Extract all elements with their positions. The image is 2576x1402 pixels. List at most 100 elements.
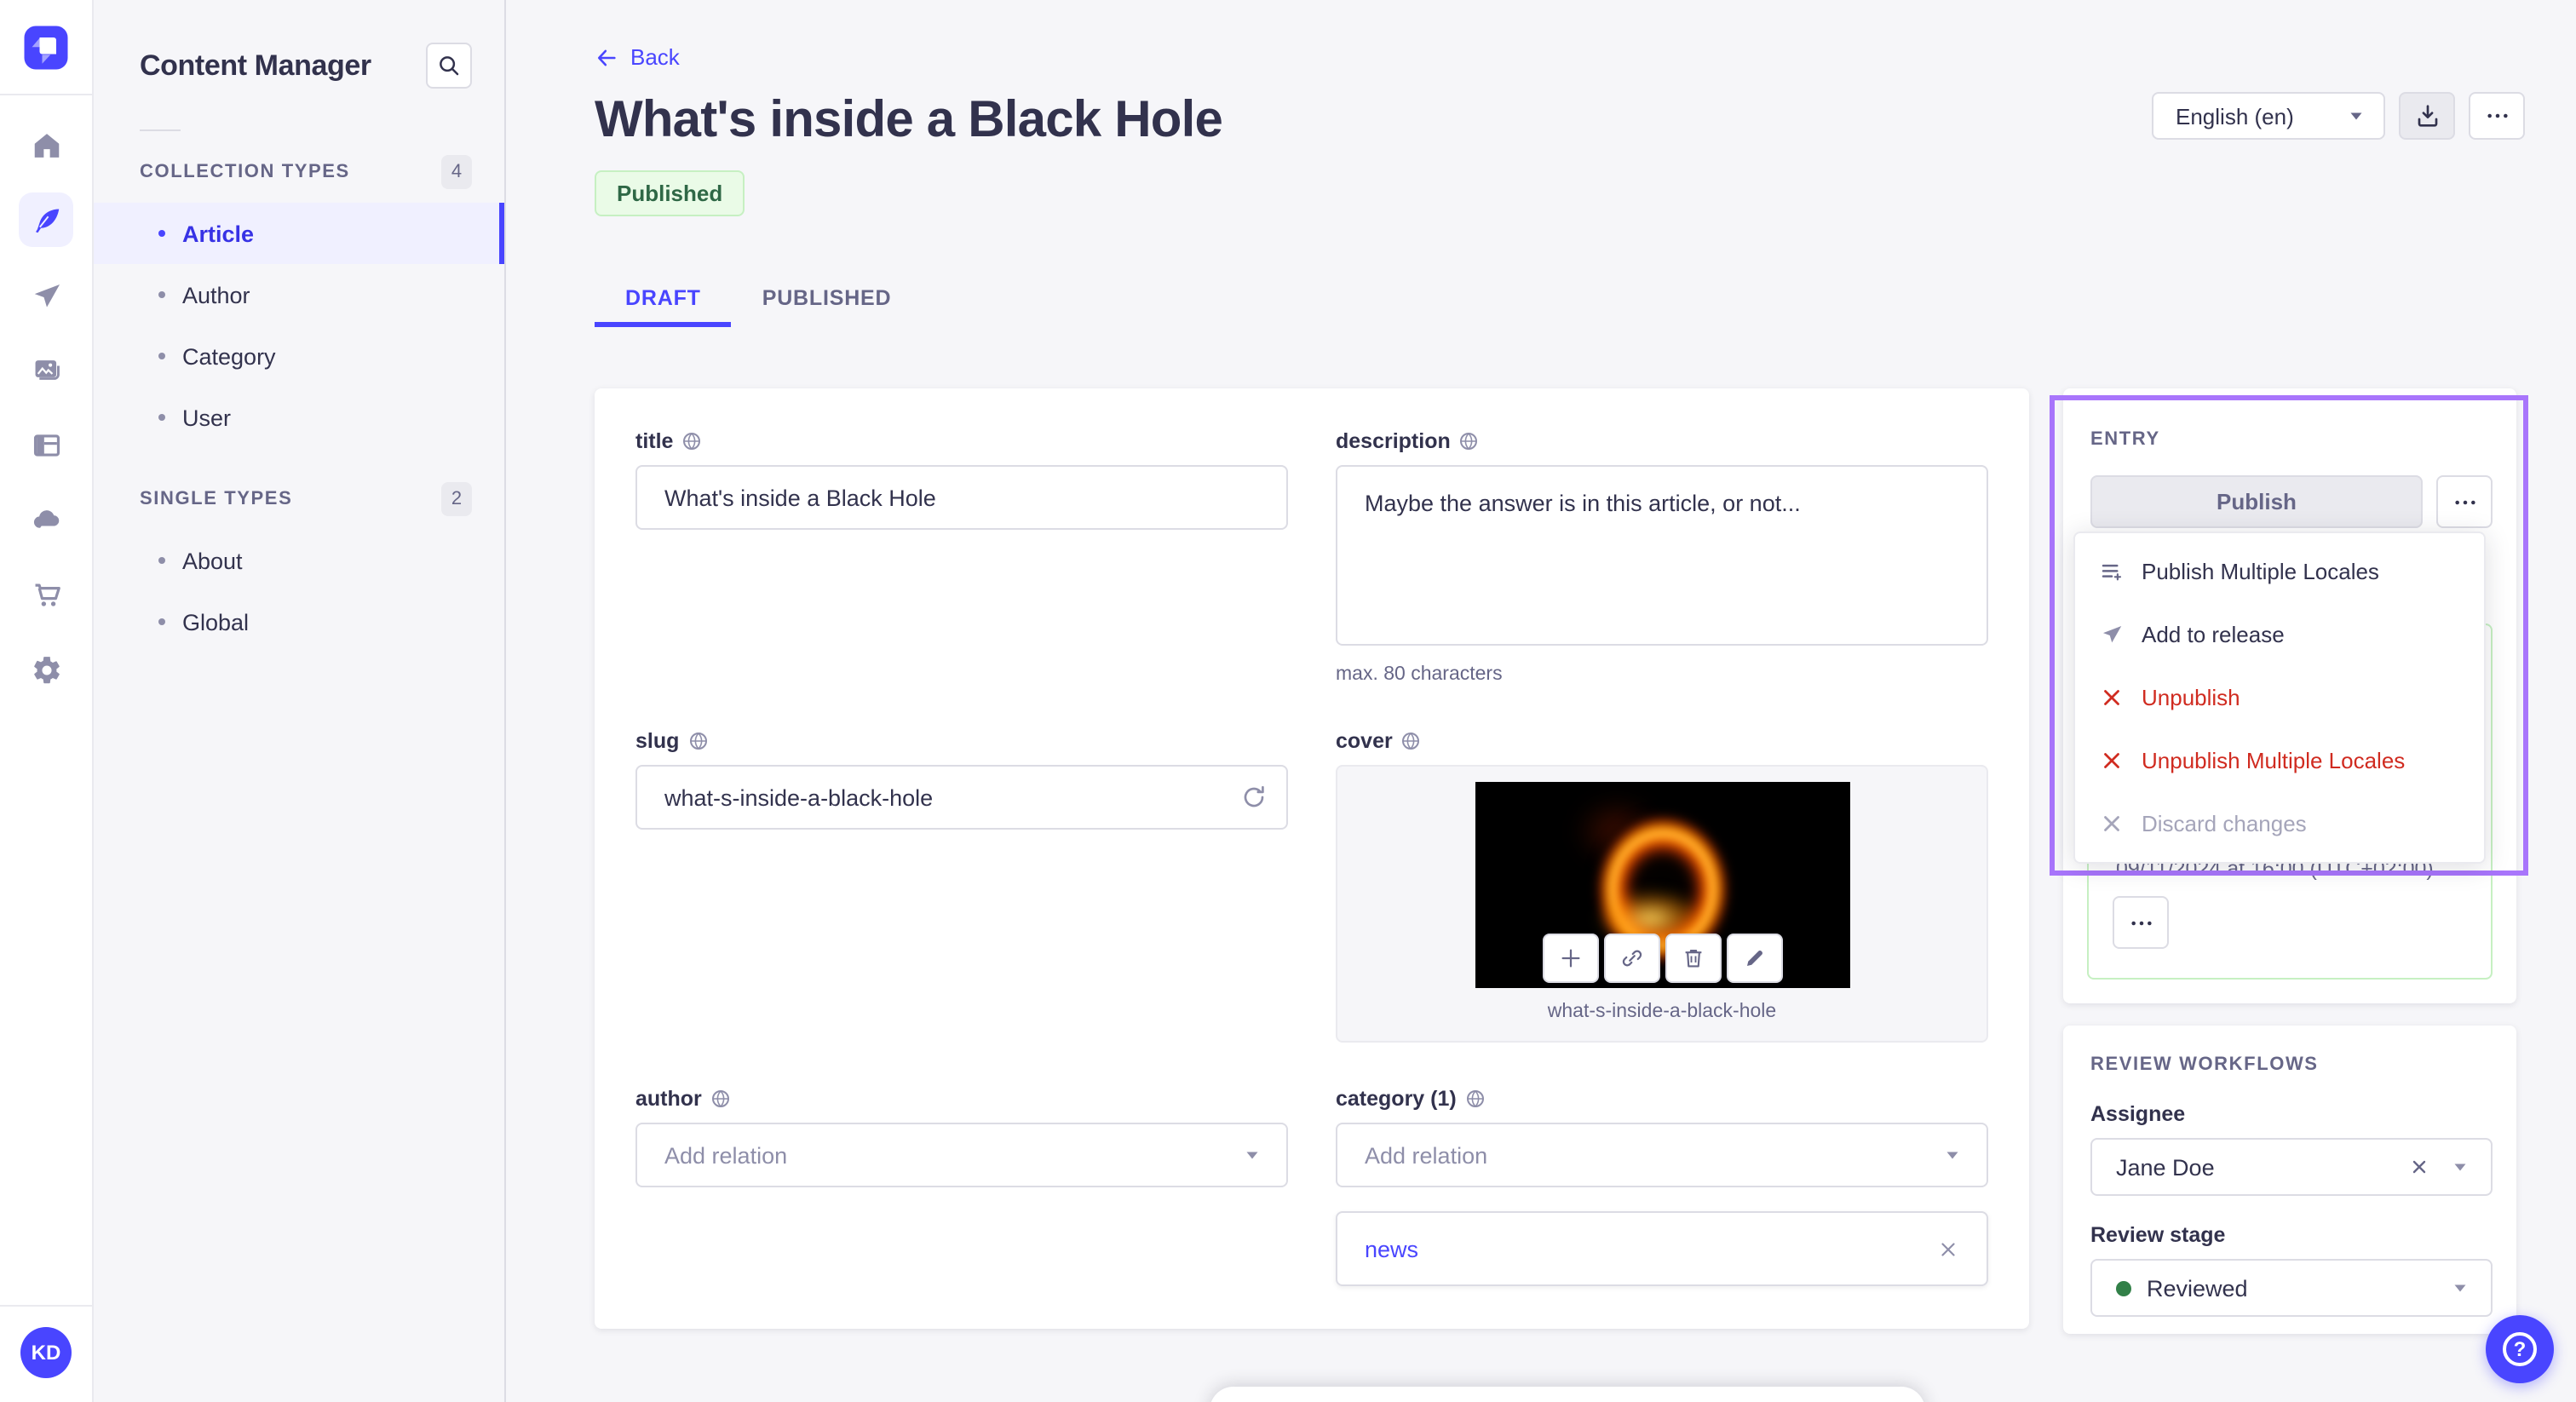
title-input[interactable] <box>635 465 1288 530</box>
pencil-icon <box>1746 951 1762 966</box>
slug-input[interactable] <box>635 765 1288 830</box>
subnav-title: Content Manager <box>140 49 371 81</box>
bullet-icon <box>158 618 165 625</box>
back-link[interactable]: Back <box>595 44 680 70</box>
cover-delete-button[interactable] <box>1665 934 1721 983</box>
trash-icon <box>1684 949 1701 968</box>
layout-icon <box>32 434 60 456</box>
export-button[interactable] <box>2399 92 2455 140</box>
sidebar-item-home[interactable] <box>19 118 73 172</box>
menu-item-publish-multiple-locales[interactable]: Publish Multiple Locales <box>2082 540 2477 603</box>
publish-button[interactable]: Publish <box>2090 475 2423 528</box>
more-dots-icon <box>2130 920 2151 925</box>
entry-more-actions-button[interactable] <box>2436 475 2493 528</box>
sidebar-item-media-library[interactable] <box>19 342 73 397</box>
arrow-left-icon <box>597 49 616 66</box>
field-slug: slug <box>635 729 1288 1043</box>
globe-icon <box>1460 433 1478 450</box>
bullet-icon <box>158 291 165 298</box>
paper-plane-icon <box>2103 626 2122 643</box>
description-textarea[interactable]: Maybe the answer is in this article, or … <box>1336 465 1988 646</box>
globe-icon <box>1466 1090 1484 1107</box>
category-relation-item: news <box>1336 1211 1988 1286</box>
cover-add-button[interactable] <box>1542 934 1598 983</box>
field-description-label: description <box>1336 429 1988 453</box>
menu-item-discard-changes[interactable]: Discard changes <box>2082 792 2477 855</box>
bullet-icon <box>158 353 165 359</box>
menu-item-unpublish-multiple-locales[interactable]: Unpublish Multiple Locales <box>2082 729 2477 792</box>
review-stage-select[interactable]: Reviewed <box>2090 1259 2493 1317</box>
locale-select[interactable]: English (en) <box>2152 92 2385 140</box>
menu-item-add-to-release[interactable]: Add to release <box>2082 603 2477 666</box>
field-title: title <box>635 429 1288 685</box>
chevron-down-icon <box>2450 1278 2470 1298</box>
content-manager-subnav: Content Manager COLLECTION TYPES 4 Artic… <box>94 0 506 1402</box>
cover-caption: what-s-inside-a-black-hole <box>1547 1002 1777 1022</box>
entry-actions-menu: Publish Multiple Locales Add to release <box>2073 531 2486 864</box>
description-hint: max. 80 characters <box>1336 664 1503 685</box>
relation-link-news[interactable]: news <box>1365 1236 1418 1261</box>
tab-draft[interactable]: DRAFT <box>595 273 732 327</box>
cloud-icon <box>32 509 59 527</box>
sidebar-item-global[interactable]: Global <box>94 591 504 652</box>
field-cover-label: cover <box>1336 729 1988 753</box>
assignee-select[interactable]: Jane Doe <box>2090 1138 2493 1196</box>
sidebar-item-marketplace[interactable] <box>19 567 73 622</box>
sidebar-item-about[interactable]: About <box>94 530 504 591</box>
home-icon <box>33 133 59 157</box>
rail-icon-list <box>19 95 73 697</box>
regenerate-icon[interactable] <box>1240 784 1268 811</box>
sidebar-item-article[interactable]: Article <box>94 203 504 264</box>
scheduled-more-actions-button[interactable] <box>2113 896 2169 949</box>
header-more-actions-button[interactable] <box>2469 92 2525 140</box>
cover-copy-link-button[interactable] <box>1603 934 1659 983</box>
globe-icon <box>689 733 707 750</box>
sidebar-item-category[interactable]: Category <box>94 325 504 387</box>
field-slug-label: slug <box>635 729 1288 753</box>
tab-published[interactable]: PUBLISHED <box>732 273 923 327</box>
strapi-logo[interactable] <box>0 0 93 95</box>
list-plus-icon <box>2102 564 2122 581</box>
nav-rail: KD <box>0 0 94 1402</box>
sidebar-item-user[interactable]: User <box>94 387 504 448</box>
stage-status-dot <box>2116 1280 2131 1296</box>
plus-icon <box>1561 949 1579 968</box>
avatar[interactable]: KD <box>20 1327 72 1378</box>
sidebar-item-content-manager[interactable] <box>19 192 73 247</box>
section-heading-collection-types: COLLECTION TYPES <box>140 162 350 182</box>
sidebar-item-deploy[interactable] <box>19 492 73 547</box>
clear-assignee-icon[interactable] <box>2409 1157 2429 1177</box>
cover-edit-button[interactable] <box>1726 934 1782 983</box>
main-content: Back English (en) What's inside a Black … <box>506 0 2576 1402</box>
cart-icon <box>34 583 60 606</box>
section-heading-single-types: SINGLE TYPES <box>140 489 293 509</box>
author-relation-select[interactable]: Add relation <box>635 1123 1288 1187</box>
link-icon <box>1621 950 1642 967</box>
search-icon <box>440 56 459 76</box>
bullet-icon <box>158 230 165 237</box>
chevron-down-icon <box>2450 1157 2470 1177</box>
field-author: author Add relation <box>635 1087 1288 1286</box>
entry-panel-heading: ENTRY <box>2090 429 2160 450</box>
search-button[interactable] <box>426 43 472 89</box>
floating-toolbar-partial[interactable] <box>1210 1387 1925 1402</box>
images-icon <box>34 359 59 379</box>
menu-item-unpublish[interactable]: Unpublish <box>2082 666 2477 729</box>
help-button[interactable] <box>2486 1315 2554 1383</box>
locale-controls: English (en) <box>2152 92 2525 140</box>
review-panel-heading: REVIEW WORKFLOWS <box>2090 1054 2319 1075</box>
sidebar-item-releases[interactable] <box>19 267 73 322</box>
more-dots-icon <box>2454 499 2475 504</box>
sidebar-item-settings[interactable] <box>19 642 73 697</box>
field-cover: cover what-s-inside-a-black-hole <box>1336 729 1988 1043</box>
sidebar-item-author[interactable]: Author <box>94 264 504 325</box>
question-mark-icon <box>2503 1332 2537 1366</box>
chevron-down-icon <box>1942 1145 1963 1165</box>
download-icon <box>2417 105 2437 127</box>
sidebar-item-content-type-builder[interactable] <box>19 417 73 472</box>
divider <box>140 129 181 131</box>
paper-plane-icon <box>33 284 60 307</box>
field-category-label: category (1) <box>1336 1087 1988 1111</box>
category-relation-select[interactable]: Add relation <box>1336 1123 1988 1187</box>
remove-relation-icon[interactable] <box>1937 1238 1959 1260</box>
